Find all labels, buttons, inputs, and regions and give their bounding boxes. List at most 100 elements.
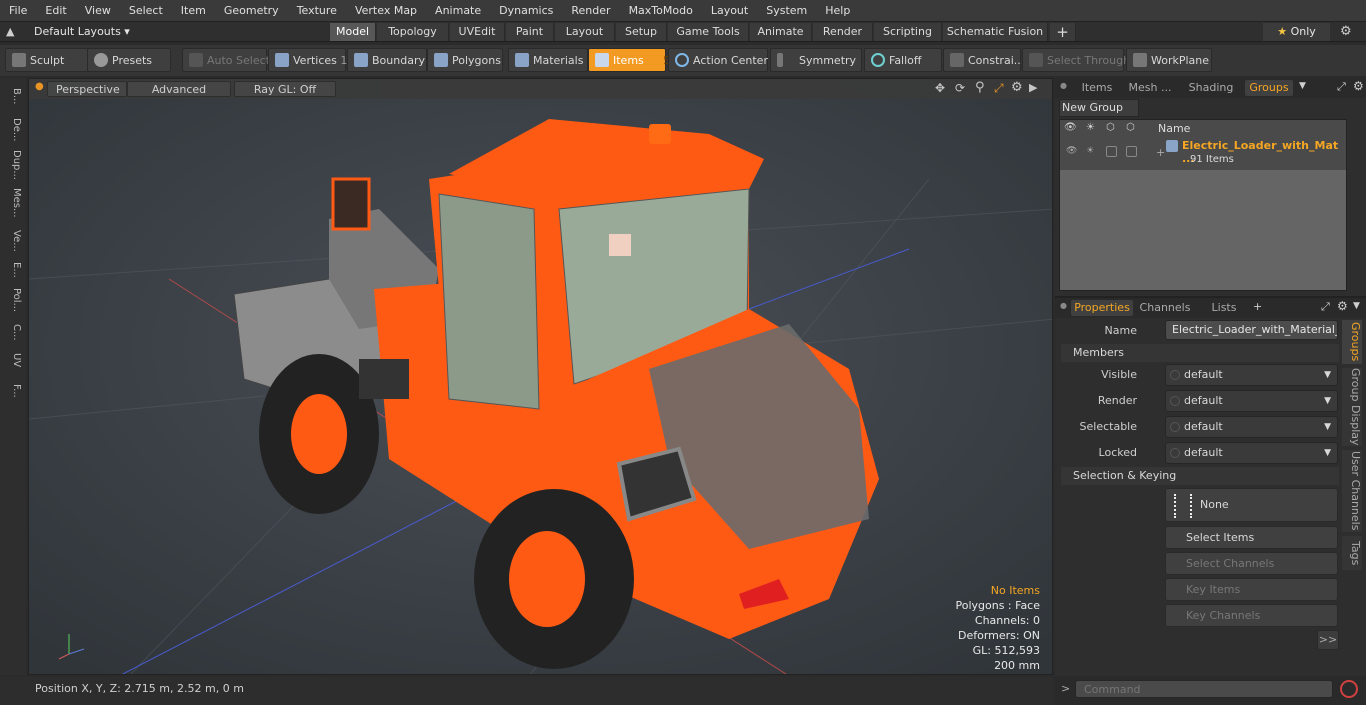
sidetab-groups[interactable]: Groups xyxy=(1342,320,1362,364)
zoom-icon[interactable]: ⚲ xyxy=(975,80,985,95)
viewport-gear-icon[interactable]: ⚙ xyxy=(1011,80,1023,95)
left-tab-vertex[interactable]: Ve... xyxy=(4,226,22,256)
name-column-header[interactable]: Name xyxy=(1158,122,1190,135)
name-field[interactable]: Electric_Loader_with_Material_Ha xyxy=(1165,320,1338,340)
menu-item[interactable]: Item xyxy=(172,0,215,22)
menu-vertex-map[interactable]: Vertex Map xyxy=(346,0,426,22)
tab-mesh[interactable]: Mesh ... xyxy=(1125,80,1175,96)
left-tab-fusion[interactable]: F... xyxy=(4,376,22,406)
add-tab-icon[interactable]: + xyxy=(1050,23,1076,41)
tab-paint[interactable]: Paint xyxy=(506,23,554,41)
panel-gear-icon[interactable]: ⚙ xyxy=(1353,79,1364,93)
tab-scripting[interactable]: Scripting xyxy=(874,23,942,41)
lock-icon[interactable]: ⬡ xyxy=(1106,122,1115,133)
symmetry-button[interactable]: Symmetry xyxy=(770,48,862,72)
scene-render[interactable] xyxy=(29,79,1053,675)
expand-arrow-icon[interactable]: ▶ xyxy=(1029,81,1037,94)
left-tab-basic[interactable]: B... xyxy=(4,82,22,110)
menu-layout[interactable]: Layout xyxy=(702,0,757,22)
members-section[interactable]: Members xyxy=(1061,344,1339,362)
menu-view[interactable]: View xyxy=(76,0,120,22)
rotate-icon[interactable]: ⟳ xyxy=(955,81,965,95)
left-tab-polygon[interactable]: Pol... xyxy=(4,284,22,316)
props-maximize-icon[interactable]: ⤢ xyxy=(1321,300,1330,314)
items-button[interactable]: Items 5 xyxy=(588,48,670,72)
menu-maxtomodo[interactable]: MaxToModo xyxy=(620,0,702,22)
tab-animate[interactable]: Animate xyxy=(750,23,812,41)
raygl-dropdown[interactable]: Ray GL: Off xyxy=(234,81,336,97)
menu-help[interactable]: Help xyxy=(816,0,859,22)
left-tab-mesh[interactable]: Mes... xyxy=(4,184,22,222)
menu-dynamics[interactable]: Dynamics xyxy=(490,0,562,22)
render-icon[interactable]: ☀ xyxy=(1086,122,1095,133)
menu-select[interactable]: Select xyxy=(120,0,172,22)
menu-edit[interactable]: Edit xyxy=(36,0,75,22)
tab-game-tools[interactable]: Game Tools xyxy=(668,23,749,41)
visibility-eye-icon[interactable]: 👁 xyxy=(1064,122,1077,133)
tab-uvedit[interactable]: UVEdit xyxy=(450,23,505,41)
row-render-icon[interactable]: ☀ xyxy=(1086,146,1094,156)
menu-animate[interactable]: Animate xyxy=(426,0,490,22)
left-tab-uv[interactable]: UV xyxy=(4,348,22,372)
sculpt-button[interactable]: Sculpt xyxy=(5,48,89,72)
viewport-menu-dot-icon[interactable]: ● xyxy=(35,81,44,92)
select-through-button[interactable]: Select Through xyxy=(1022,48,1130,72)
vertices-button[interactable]: Vertices 1 xyxy=(268,48,347,72)
tab-properties[interactable]: Properties xyxy=(1071,300,1133,316)
record-icon[interactable] xyxy=(1340,680,1358,698)
left-tab-duplicate[interactable]: Dup... xyxy=(4,148,22,182)
menu-geometry[interactable]: Geometry xyxy=(215,0,288,22)
polygons-button[interactable]: Polygons xyxy=(427,48,503,72)
default-layouts-dropdown[interactable]: Default Layouts ▾ xyxy=(34,22,130,42)
materials-button[interactable]: Materials xyxy=(508,48,588,72)
props-menu-dot-icon[interactable]: ● xyxy=(1060,301,1067,310)
action-center-button[interactable]: Action Center xyxy=(668,48,768,72)
maximize-icon[interactable]: ⤢ xyxy=(1337,80,1346,94)
tab-topology[interactable]: Topology xyxy=(377,23,449,41)
selection-keying-section[interactable]: Selection & Keying xyxy=(1061,467,1339,485)
more-button[interactable]: >> xyxy=(1317,630,1339,650)
menu-system[interactable]: System xyxy=(757,0,816,22)
select-items-button[interactable]: Select Items xyxy=(1165,526,1338,549)
add-tab-plus-icon[interactable]: + xyxy=(1253,300,1262,313)
render-dropdown[interactable]: default ▼ xyxy=(1165,390,1338,412)
new-group-button[interactable]: New Group xyxy=(1059,99,1139,117)
menu-texture[interactable]: Texture xyxy=(288,0,346,22)
pan-icon[interactable]: ✥ xyxy=(935,81,945,95)
panel-menu-dot-icon[interactable]: ● xyxy=(1060,81,1067,90)
sidetab-user-channels[interactable]: User Channels xyxy=(1342,450,1362,532)
falloff-button[interactable]: Falloff xyxy=(864,48,942,72)
workplane-button[interactable]: WorkPlane xyxy=(1126,48,1212,72)
sidetab-tags[interactable]: Tags xyxy=(1342,536,1362,570)
tab-items[interactable]: Items xyxy=(1073,80,1121,96)
row-eye-icon[interactable]: 👁 xyxy=(1066,146,1077,156)
constraints-button[interactable]: Constrai... xyxy=(943,48,1024,72)
select-icon[interactable]: ⬡ xyxy=(1126,122,1135,133)
boundary-button[interactable]: Boundary xyxy=(347,48,427,72)
tabs-dropdown-icon[interactable]: ▼ xyxy=(1299,81,1306,91)
tab-lists[interactable]: Lists xyxy=(1201,300,1247,316)
left-tab-curve[interactable]: C... xyxy=(4,320,22,344)
group-row[interactable]: 👁 ☀ + Electric_Loader_with_Mat ... 91 It… xyxy=(1060,138,1346,170)
tab-channels[interactable]: Channels xyxy=(1137,300,1193,316)
none-preset-button[interactable]: None xyxy=(1165,488,1338,522)
select-channels-button[interactable]: Select Channels xyxy=(1165,552,1338,575)
tab-layout[interactable]: Layout xyxy=(555,23,615,41)
advanced-dropdown[interactable]: Advanced xyxy=(127,81,231,97)
tab-render[interactable]: Render xyxy=(813,23,873,41)
tab-groups[interactable]: Groups xyxy=(1245,80,1293,96)
perspective-dropdown[interactable]: Perspective xyxy=(47,81,127,97)
menu-render[interactable]: Render xyxy=(562,0,619,22)
left-tab-deform[interactable]: De... xyxy=(4,114,22,146)
presets-button[interactable]: Presets xyxy=(87,48,171,72)
visible-dropdown[interactable]: default ▼ xyxy=(1165,364,1338,386)
only-toggle[interactable]: ★ Only xyxy=(1263,23,1330,41)
row-select-checkbox[interactable] xyxy=(1126,146,1137,157)
key-items-button[interactable]: Key Items xyxy=(1165,578,1338,601)
tab-shading[interactable]: Shading xyxy=(1181,80,1241,96)
home-icon[interactable]: ▲ xyxy=(6,25,20,39)
tab-setup[interactable]: Setup xyxy=(616,23,667,41)
key-channels-button[interactable]: Key Channels xyxy=(1165,604,1338,627)
sidetab-group-display[interactable]: Group Display xyxy=(1342,368,1362,446)
fit-icon[interactable]: ⤢ xyxy=(994,81,1004,96)
